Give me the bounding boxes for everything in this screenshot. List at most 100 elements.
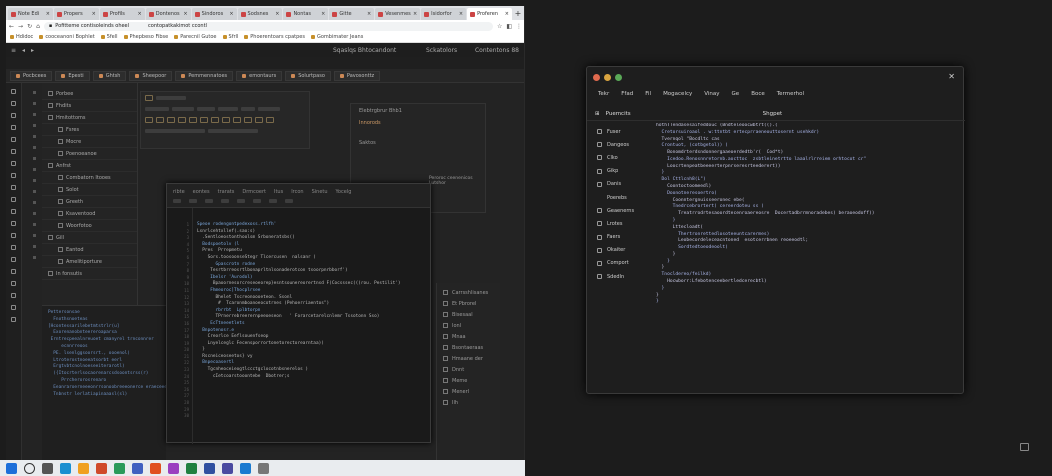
toolbar-button[interactable]: emontaurs [236,71,283,81]
app-sidebar-item[interactable]: Okaiter [587,244,647,257]
close-dot-icon[interactable] [593,73,600,81]
editor-tab[interactable]: Ircon [291,189,303,195]
tree-item[interactable]: Fhdits [42,100,137,112]
close-icon[interactable]: ✕ [948,72,955,81]
app-menu-item[interactable]: Vinay [704,91,719,97]
app-menu-item[interactable]: Mogacelcy [663,91,692,97]
tab-close-icon[interactable]: × [505,11,509,17]
tab-close-icon[interactable]: × [46,11,50,17]
browser-tab[interactable]: Gitte × [329,8,375,20]
activity-icon[interactable] [11,305,16,310]
app-code-text[interactable]: hothTTendasesaifeddouc (Bndteleoocwbtrt(… [653,123,958,388]
task-view-icon[interactable] [42,462,53,474]
browser-tab[interactable]: Note Edi × [8,8,53,20]
bookmark-item[interactable]: Gombimater Jeans [310,34,363,40]
outline-item[interactable]: Bsontaeraas [443,342,494,353]
activity-icon[interactable] [11,113,16,118]
files-icon[interactable] [78,462,89,474]
editor-tab[interactable]: Yocelg [336,189,352,195]
tab-close-icon[interactable]: × [138,11,142,17]
editor-tab[interactable]: trarats [218,189,235,195]
browser-tab[interactable]: Isidorfor × [421,8,467,20]
outline-item[interactable]: Dnnt [443,364,494,375]
tab-close-icon[interactable]: × [92,11,96,17]
tab-close-icon[interactable]: × [413,11,417,17]
mail-icon[interactable] [96,462,107,474]
tree-item[interactable]: Eantod [42,244,137,256]
app-sidebar-item[interactable]: Poerebs [587,191,647,204]
tree-item[interactable]: Poenoeanoe [42,148,137,160]
search-icon[interactable] [24,462,35,474]
editor-tab[interactable]: Drmcoert [242,189,266,195]
outline-item[interactable]: Mnaa [443,331,494,342]
app-sidebar-item[interactable]: Fuser [587,125,647,138]
activity-icon[interactable] [11,293,16,298]
tab-close-icon[interactable]: × [321,11,325,17]
activity-icon[interactable] [11,269,16,274]
toolbar-button[interactable]: Pavosonttz [333,71,381,81]
app-sidebar-item[interactable]: Geaenerns [587,204,647,217]
outline-item[interactable]: Et Pbrorel [443,298,494,309]
app-menu-item[interactable]: Termerhol [777,91,804,97]
tab-close-icon[interactable]: × [183,11,187,17]
app-sidebar-item[interactable]: Faers [587,231,647,244]
activity-icon[interactable] [11,221,16,226]
activity-icon[interactable] [11,161,16,166]
app-sidebar-item[interactable]: Gikp [587,165,647,178]
tree-item[interactable]: Combatorn Itooes [42,172,137,184]
activity-icon[interactable] [11,125,16,130]
bookmark-item[interactable]: Hdidoc [10,34,33,40]
new-tab-button[interactable]: + [513,8,523,20]
bookmark-item[interactable]: Parecnil Gutoe [174,34,217,40]
app-tab-secondary[interactable]: Shgpet [763,111,783,117]
toolbar-button[interactable]: Epesti [55,71,90,81]
activity-icon[interactable] [11,101,16,106]
tree-item[interactable]: Hmitottoms [42,112,137,124]
tab-close-icon[interactable]: × [459,11,463,17]
word-icon[interactable] [132,462,143,474]
tree-item[interactable]: Anfrst [42,160,137,172]
excel-icon[interactable] [114,462,125,474]
tree-item[interactable]: Porbee [42,88,137,100]
browser-tab[interactable]: Vesenmes × [375,8,421,20]
tree-item[interactable]: Fsres [42,124,137,136]
tree-item[interactable]: Gill [42,232,137,244]
store-icon[interactable] [204,462,215,474]
browser-tab[interactable]: Nontas × [283,8,329,20]
tab-close-icon[interactable]: × [275,11,279,17]
browser-tab[interactable]: Dontenos × [145,8,191,20]
activity-icon[interactable] [11,185,16,190]
activity-icon[interactable] [11,233,16,238]
bookmark-item[interactable]: 5fell [100,34,118,40]
app-sidebar-item[interactable]: Lrotes [587,217,647,230]
toolbar-button[interactable]: Solurtpaso [285,71,331,81]
toolbar-button[interactable]: Pemmennatoes [175,71,234,81]
toolbar-button[interactable]: Pocbcees [10,71,53,81]
tree-item[interactable]: Ksaventood [42,208,137,220]
sheets-icon[interactable] [186,462,197,474]
browser-tab[interactable]: Propers × [53,8,99,20]
settings-icon[interactable] [240,462,251,474]
activity-icon[interactable] [11,281,16,286]
ide-nav2-icon[interactable]: ▸ [31,47,34,54]
activity-icon[interactable] [11,257,16,262]
app-menu-item[interactable]: Boce [751,91,765,97]
activity-icon[interactable] [11,197,16,202]
tree-item[interactable]: Woorfotoo [42,220,137,232]
ide-nav-icon[interactable]: ◂ [22,47,25,54]
outline-item[interactable]: Carrsshlisanes [443,287,494,298]
bookmark-item[interactable]: Sfrll [222,34,238,40]
photos-icon[interactable] [168,462,179,474]
terminal-icon[interactable] [258,462,269,474]
app-view-icon[interactable]: ⊞ [595,111,600,117]
editor-tab[interactable]: Itus [274,189,283,195]
forward-icon[interactable]: → [18,23,23,30]
toolbar-button[interactable]: Ghtsh [92,71,127,81]
app-sidebar-item[interactable]: Dangeos [587,138,647,151]
show-desktop-button[interactable] [1020,443,1029,451]
tree-item[interactable]: Solot [42,184,137,196]
browser-tab[interactable]: Sodsnes × [237,8,283,20]
outline-item[interactable]: Bisesaal [443,309,494,320]
activity-icon[interactable] [11,137,16,142]
start-icon[interactable] [6,462,17,474]
